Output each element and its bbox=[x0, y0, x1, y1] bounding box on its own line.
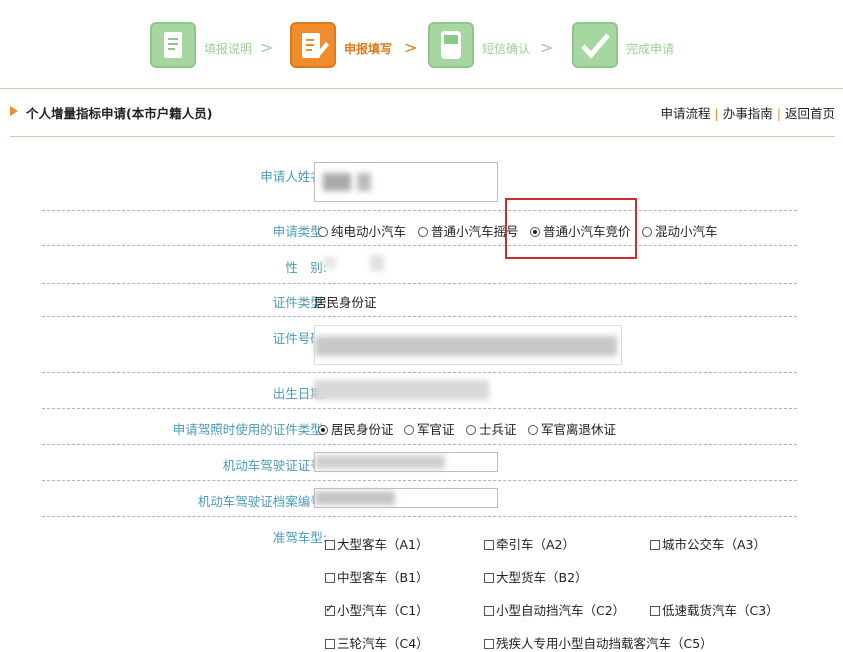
link-return-home[interactable]: 返回首页 bbox=[785, 106, 835, 121]
applicant-name-input[interactable] bbox=[314, 162, 498, 202]
checkbox-icon bbox=[650, 606, 660, 616]
divider bbox=[10, 136, 835, 137]
section-header: 个人增量指标申请(本市户籍人员) 申请流程 | 办事指南 | 返回首页 bbox=[10, 100, 835, 126]
document-icon bbox=[150, 22, 196, 68]
chevron-right-icon: > bbox=[260, 38, 274, 57]
step-label: 短信确认 bbox=[482, 42, 531, 56]
vehicle-class-a3[interactable]: 城市公交车（A3） bbox=[650, 534, 766, 553]
checkbox-icon bbox=[325, 639, 335, 649]
radio-icon bbox=[318, 227, 328, 237]
license-id-option-resident[interactable]: 居民身份证 bbox=[318, 419, 394, 438]
checkbox-icon bbox=[484, 573, 494, 583]
row-license-number: 机动车驾驶证证号: bbox=[42, 444, 797, 481]
step-label: 申报填写 bbox=[344, 42, 393, 56]
row-id-type: 证件类型: 居民身份证 bbox=[42, 283, 797, 317]
type-option-lottery[interactable]: 普通小汽车摇号 bbox=[418, 221, 519, 240]
license-id-type-label: 申请驾照时使用的证件类型: bbox=[172, 422, 327, 437]
license-number-label: 机动车驾驶证证号: bbox=[222, 458, 327, 473]
vehicle-class-c5[interactable]: 残疾人专用小型自动挡载客汽车（C5） bbox=[484, 633, 713, 652]
vehicle-class-a2[interactable]: 牵引车（A2） bbox=[484, 534, 575, 553]
license-number-input[interactable] bbox=[314, 452, 498, 472]
type-option-hybrid[interactable]: 混动小汽车 bbox=[642, 221, 718, 240]
gender-label: 性 别: bbox=[285, 260, 327, 275]
vehicle-class-label: 准驾车型: bbox=[272, 530, 327, 545]
gender-value-redacted bbox=[324, 257, 336, 269]
edit-form-icon bbox=[290, 22, 336, 68]
id-type-value: 居民身份证 bbox=[314, 295, 377, 310]
checkmark-icon bbox=[572, 22, 618, 68]
vehicle-class-b2[interactable]: 大型货车（B2） bbox=[484, 567, 588, 586]
birth-date-redacted bbox=[314, 380, 489, 400]
license-id-option-soldier[interactable]: 士兵证 bbox=[466, 419, 517, 438]
radio-icon bbox=[642, 227, 652, 237]
chevron-right-icon: > bbox=[540, 38, 554, 57]
checkbox-icon bbox=[484, 606, 494, 616]
row-application-type: 申请类型: 纯电动小汽车 普通小汽车摇号 普通小汽车竞价 混动小汽车 bbox=[42, 210, 797, 246]
row-birth-date: 出生日期: bbox=[42, 372, 797, 409]
vehicle-class-c1[interactable]: 小型汽车（C1） bbox=[325, 600, 429, 619]
header-links: 申请流程 | 办事指南 | 返回首页 bbox=[661, 103, 835, 122]
link-service-guide[interactable]: 办事指南 bbox=[723, 106, 773, 121]
divider bbox=[0, 88, 843, 89]
row-vehicle-class: 准驾车型: 大型客车（A1） 牵引车（A2） 城市公交车（A3） 中型客车（B1… bbox=[42, 516, 797, 652]
row-license-file-number: 机动车驾驶证档案编号: bbox=[42, 480, 797, 517]
checkbox-icon bbox=[325, 540, 335, 550]
checkbox-icon bbox=[650, 540, 660, 550]
separator: | bbox=[776, 106, 781, 121]
vehicle-class-a1[interactable]: 大型客车（A1） bbox=[325, 534, 429, 553]
step-label: 完成申请 bbox=[626, 42, 675, 56]
vehicle-class-b1[interactable]: 中型客车（B1） bbox=[325, 567, 429, 586]
checkbox-icon bbox=[484, 639, 494, 649]
radio-icon bbox=[528, 425, 538, 435]
row-gender: 性 别: bbox=[42, 245, 797, 284]
chevron-right-icon: > bbox=[404, 38, 418, 57]
vehicle-class-c2[interactable]: 小型自动挡汽车（C2） bbox=[484, 600, 625, 619]
step-label: 填报说明 bbox=[204, 42, 253, 56]
row-license-id-type: 申请驾照时使用的证件类型: 居民身份证 军官证 士兵证 军官离退休证 bbox=[42, 408, 797, 445]
checkbox-checked-icon bbox=[325, 602, 335, 616]
gender-value-redacted bbox=[370, 255, 384, 271]
vehicle-class-c4[interactable]: 三轮汽车（C4） bbox=[325, 633, 429, 652]
license-file-label: 机动车驾驶证档案编号: bbox=[197, 494, 327, 509]
radio-icon bbox=[404, 425, 414, 435]
radio-selected-icon bbox=[318, 425, 328, 435]
checkbox-icon bbox=[484, 540, 494, 550]
license-file-input[interactable] bbox=[314, 488, 498, 508]
license-id-option-retired[interactable]: 军官离退休证 bbox=[528, 419, 616, 438]
radio-icon bbox=[466, 425, 476, 435]
vehicle-class-c3[interactable]: 低速载货汽车（C3） bbox=[650, 600, 779, 619]
link-application-process[interactable]: 申请流程 bbox=[661, 106, 711, 121]
separator: | bbox=[714, 106, 719, 121]
checkbox-icon bbox=[325, 573, 335, 583]
arrow-bullet-icon bbox=[10, 106, 18, 116]
radio-icon bbox=[418, 227, 428, 237]
page-title: 个人增量指标申请(本市户籍人员) bbox=[26, 106, 213, 121]
phone-icon bbox=[428, 22, 474, 68]
row-id-number: 证件号码: bbox=[42, 316, 797, 373]
type-option-ev[interactable]: 纯电动小汽车 bbox=[318, 221, 406, 240]
license-id-option-officer[interactable]: 军官证 bbox=[404, 419, 455, 438]
id-number-input[interactable] bbox=[314, 325, 622, 365]
row-applicant-name: 申请人姓名: bbox=[42, 150, 797, 211]
